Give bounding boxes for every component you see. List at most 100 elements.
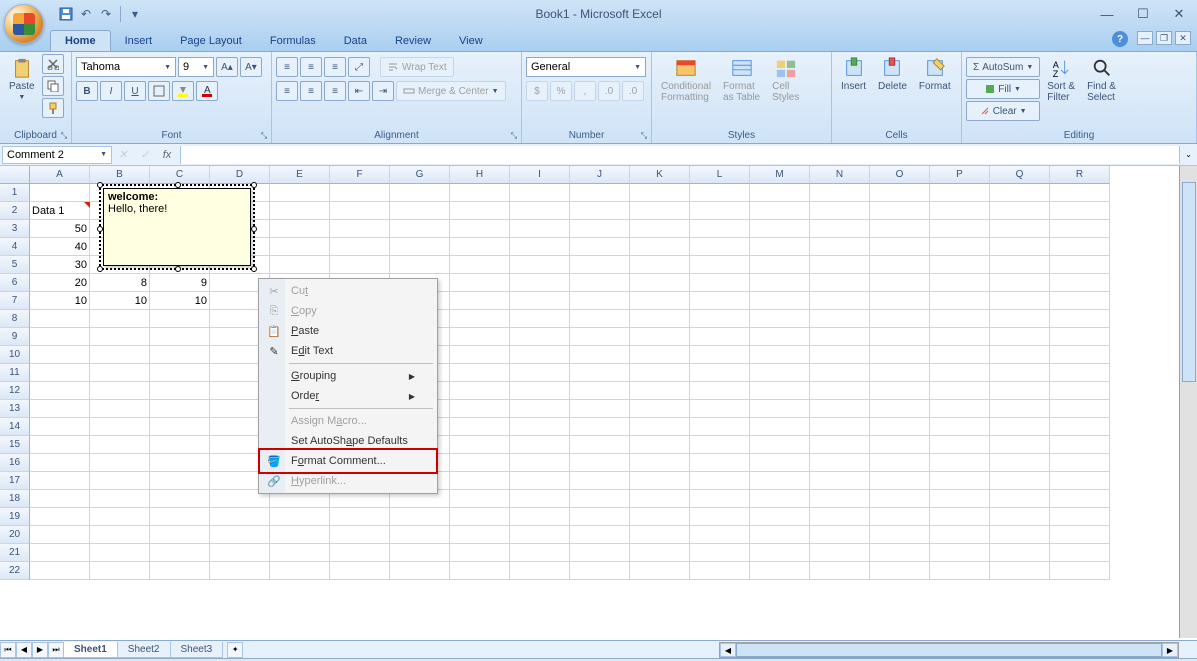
cell[interactable] [750,184,810,202]
cell[interactable] [990,382,1050,400]
cell[interactable] [870,310,930,328]
cell[interactable] [570,328,630,346]
cell[interactable]: 10 [30,292,90,310]
cell[interactable] [810,184,870,202]
cell[interactable] [1050,508,1110,526]
cell[interactable] [570,274,630,292]
cell[interactable] [750,202,810,220]
cell[interactable] [810,238,870,256]
cell[interactable] [150,508,210,526]
cell[interactable] [1050,436,1110,454]
cell[interactable] [510,328,570,346]
cell[interactable] [690,562,750,580]
cell[interactable] [90,382,150,400]
cell[interactable] [750,382,810,400]
cell[interactable] [870,544,930,562]
cell[interactable] [750,526,810,544]
row-header[interactable]: 22 [0,562,30,580]
row-header[interactable]: 18 [0,490,30,508]
number-dialog-launcher[interactable]: ⤡ [639,131,649,141]
cell[interactable] [990,544,1050,562]
cell[interactable] [30,184,90,202]
cell[interactable] [150,526,210,544]
cell[interactable] [690,454,750,472]
align-middle-button[interactable]: ≡ [300,57,322,77]
decrease-decimal-button[interactable]: .0 [622,81,644,101]
tab-data[interactable]: Data [330,31,381,51]
font-size-combo[interactable]: 9▼ [178,57,214,77]
cell[interactable] [1050,526,1110,544]
cell[interactable] [90,310,150,328]
cell[interactable] [870,328,930,346]
redo-icon[interactable]: ↷ [98,6,114,22]
cell[interactable] [870,526,930,544]
cell[interactable] [390,526,450,544]
cell[interactable] [870,472,930,490]
cell[interactable] [870,256,930,274]
cell[interactable] [870,562,930,580]
cell[interactable] [810,526,870,544]
cell[interactable] [450,508,510,526]
cell[interactable] [690,292,750,310]
cell[interactable] [690,382,750,400]
cell[interactable] [1050,382,1110,400]
cell[interactable] [390,562,450,580]
cell[interactable] [810,364,870,382]
cell[interactable] [810,508,870,526]
cell[interactable] [30,328,90,346]
cell[interactable] [630,508,690,526]
column-header[interactable]: R [1050,166,1110,184]
row-header[interactable]: 7 [0,292,30,310]
cell[interactable] [990,202,1050,220]
cell[interactable] [690,256,750,274]
column-header[interactable]: G [390,166,450,184]
vertical-scrollbar[interactable] [1179,166,1197,638]
cell[interactable] [210,508,270,526]
cell[interactable] [390,544,450,562]
cell[interactable] [690,220,750,238]
underline-button[interactable]: U [124,81,146,101]
menu-item[interactable]: ✎Edit Text [261,341,435,361]
save-icon[interactable] [58,6,74,22]
cell[interactable] [450,436,510,454]
cell[interactable] [690,184,750,202]
cell[interactable] [630,364,690,382]
cell[interactable] [30,310,90,328]
cell[interactable] [690,526,750,544]
cell[interactable] [330,508,390,526]
cell[interactable] [510,490,570,508]
cell[interactable] [810,202,870,220]
column-header[interactable]: E [270,166,330,184]
mdi-close[interactable]: ✕ [1175,31,1191,45]
number-format-combo[interactable]: General▼ [526,57,646,77]
cell[interactable] [630,472,690,490]
cell[interactable] [870,454,930,472]
format-cells-button[interactable]: Format [914,54,956,95]
cell[interactable] [450,184,510,202]
cell[interactable] [270,184,330,202]
cell[interactable] [630,274,690,292]
enter-formula-button[interactable]: ✓ [136,146,154,164]
cell[interactable] [750,364,810,382]
minimize-button[interactable]: — [1089,4,1125,24]
cell[interactable] [810,328,870,346]
cell[interactable] [930,202,990,220]
align-top-button[interactable]: ≡ [276,57,298,77]
cell[interactable] [990,310,1050,328]
cell[interactable]: 10 [90,292,150,310]
cell[interactable] [570,220,630,238]
cell[interactable] [570,256,630,274]
cell[interactable] [30,418,90,436]
cell[interactable] [150,562,210,580]
cell[interactable] [510,346,570,364]
cell[interactable] [810,220,870,238]
format-as-table-button[interactable]: Format as Table [718,54,765,106]
sheet-tab[interactable]: Sheet1 [63,642,118,658]
cell[interactable] [870,490,930,508]
cell[interactable] [510,382,570,400]
cell[interactable] [930,310,990,328]
cell[interactable] [270,508,330,526]
format-painter-button[interactable] [42,98,64,118]
cell[interactable] [90,508,150,526]
cell[interactable] [930,274,990,292]
